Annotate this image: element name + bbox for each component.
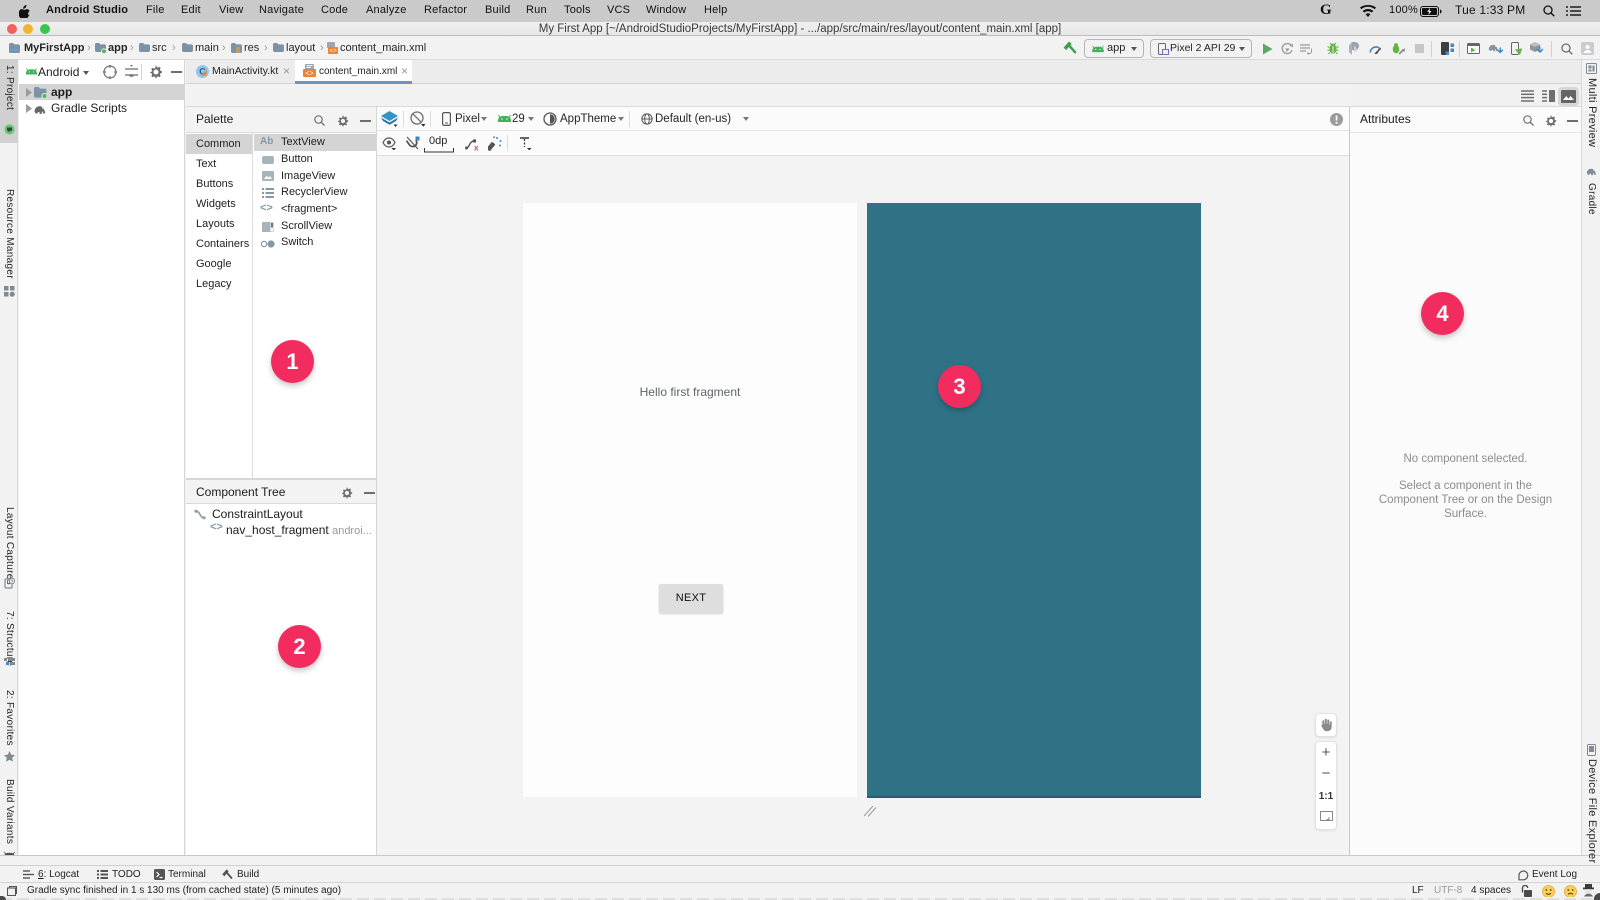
svg-text:<>: <> (305, 71, 313, 78)
svg-text:x: x (474, 144, 479, 152)
svg-text:<>: <> (329, 48, 337, 54)
